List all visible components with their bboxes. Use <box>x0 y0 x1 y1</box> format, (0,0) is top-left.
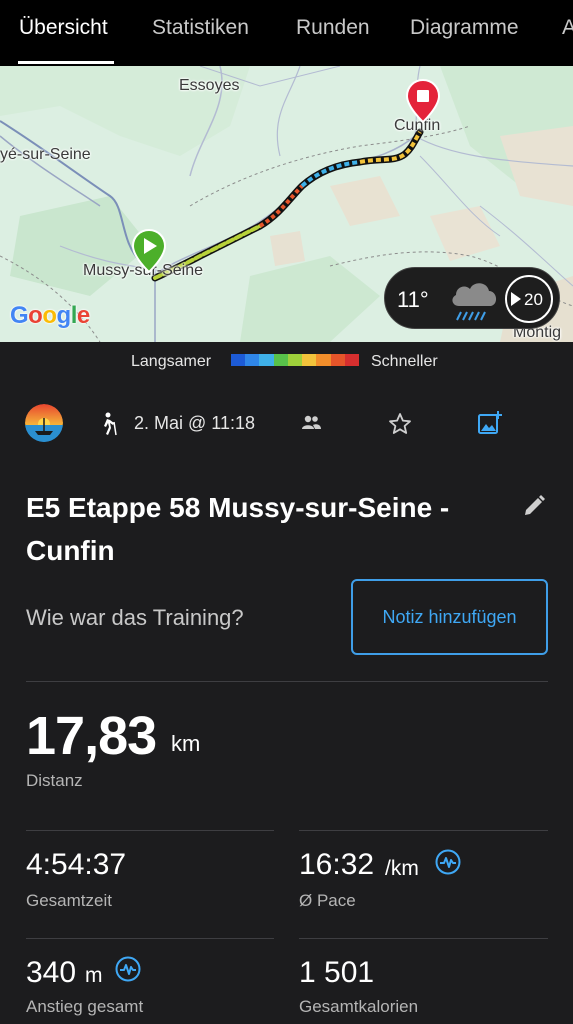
total-time-label: Gesamtzeit <box>26 891 112 910</box>
place-label-sur-seine: yé-sur-Seine <box>0 146 91 163</box>
calories-label: Gesamtkalorien <box>299 997 419 1016</box>
edit-icon[interactable] <box>522 494 546 518</box>
training-feedback-prompt: Wie war das Training? <box>26 605 244 630</box>
legend-color-segment <box>259 354 274 366</box>
tab-overview[interactable]: Übersicht <box>19 16 108 40</box>
add-photo-icon[interactable] <box>477 410 503 436</box>
ascent-value: 340 <box>26 956 77 989</box>
weather-temperature: 11° <box>397 287 429 312</box>
weather-timer[interactable]: 20 <box>505 275 553 323</box>
rain-cloud-icon <box>452 283 497 321</box>
divider <box>299 830 548 831</box>
pace-legend: Langsamer Schneller <box>0 342 573 382</box>
tab-laps[interactable]: Runden <box>296 16 370 40</box>
google-logo: Google <box>10 302 90 329</box>
legend-color-segment <box>231 354 246 366</box>
pace-label: Ø Pace <box>299 891 356 910</box>
legend-slow-label: Langsamer <box>131 353 212 370</box>
legend-color-segment <box>302 354 317 366</box>
add-note-button[interactable]: Notiz hinzufügen <box>351 579 548 655</box>
place-label-essoyes: Essoyes <box>179 77 240 94</box>
play-icon <box>511 292 521 306</box>
legend-color-segment <box>316 354 331 366</box>
pace-value: 16:32 <box>299 848 375 881</box>
tab-more[interactable]: A <box>562 16 573 40</box>
activity-date: 2. Mai @ 11:18 <box>134 413 255 433</box>
legend-color-segment <box>330 354 345 366</box>
activity-info-row: 2. Mai @ 11:18 <box>0 400 573 448</box>
avatar[interactable] <box>25 404 63 442</box>
distance-label: Distanz <box>26 771 83 790</box>
ascent-chart-icon[interactable] <box>115 956 141 982</box>
tab-bar: Übersicht Statistiken Runden Diagramme A <box>0 0 573 66</box>
tab-charts[interactable]: Diagramme <box>410 16 519 40</box>
legend-color-bar <box>231 354 359 366</box>
hiking-icon <box>104 412 117 436</box>
tab-statistics[interactable]: Statistiken <box>152 16 249 40</box>
route-map[interactable]: Essoyes Cunfin yé-sur-Seine Mussy-sur-Se… <box>0 66 573 342</box>
ascent-unit: m <box>85 964 103 987</box>
divider <box>26 830 274 831</box>
divider <box>26 938 274 939</box>
legend-fast-label: Schneller <box>371 353 438 370</box>
start-marker-icon[interactable] <box>131 228 167 274</box>
finish-marker-icon[interactable] <box>405 78 441 124</box>
weather-widget[interactable]: 11° 20 <box>384 267 560 329</box>
weather-timer-value: 20 <box>524 290 543 309</box>
pace-chart-icon[interactable] <box>435 849 461 875</box>
ascent-label: Anstieg gesamt <box>26 997 144 1016</box>
calories-value: 1 501 <box>299 956 375 989</box>
divider <box>26 681 548 682</box>
legend-color-segment <box>273 354 288 366</box>
activity-title: E5 Etappe 58 Mussy-sur-Seine - Cunfin <box>26 492 450 566</box>
active-tab-indicator <box>18 61 114 64</box>
total-time-value: 4:54:37 <box>26 848 127 881</box>
legend-color-segment <box>344 354 359 366</box>
distance-unit: km <box>171 731 201 756</box>
legend-color-segment <box>245 354 260 366</box>
legend-color-segment <box>287 354 303 366</box>
divider <box>299 938 548 939</box>
pace-unit: /km <box>385 857 419 880</box>
people-icon[interactable] <box>300 414 322 432</box>
star-icon[interactable] <box>388 412 412 436</box>
distance-value: 17,83 <box>26 706 157 766</box>
